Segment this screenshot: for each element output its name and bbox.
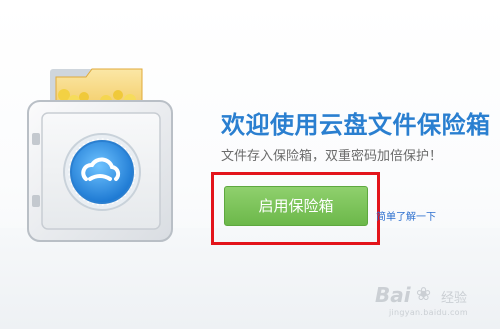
learn-more-link[interactable]: 简单了解一下 xyxy=(376,208,436,223)
watermark-url: jingyan.baidu.com xyxy=(389,308,468,317)
enable-vault-button[interactable]: 启用保险箱 xyxy=(224,186,368,226)
page-title: 欢迎使用云盘文件保险箱 xyxy=(221,111,491,139)
watermark-subtext: 经验 xyxy=(441,291,468,306)
paw-icon: ❀ xyxy=(416,284,432,305)
watermark: Bai ❀ 经验 jingyan.baidu.com xyxy=(375,283,495,323)
vault-welcome-screen: 欢迎使用云盘文件保险箱 文件存入保险箱，双重密码加倍保护！ 启用保险箱 简单了解… xyxy=(0,0,500,329)
watermark-logo: Bai xyxy=(375,283,411,307)
page-subtitle: 文件存入保险箱，双重密码加倍保护！ xyxy=(221,149,443,164)
safe-icon xyxy=(20,55,180,245)
